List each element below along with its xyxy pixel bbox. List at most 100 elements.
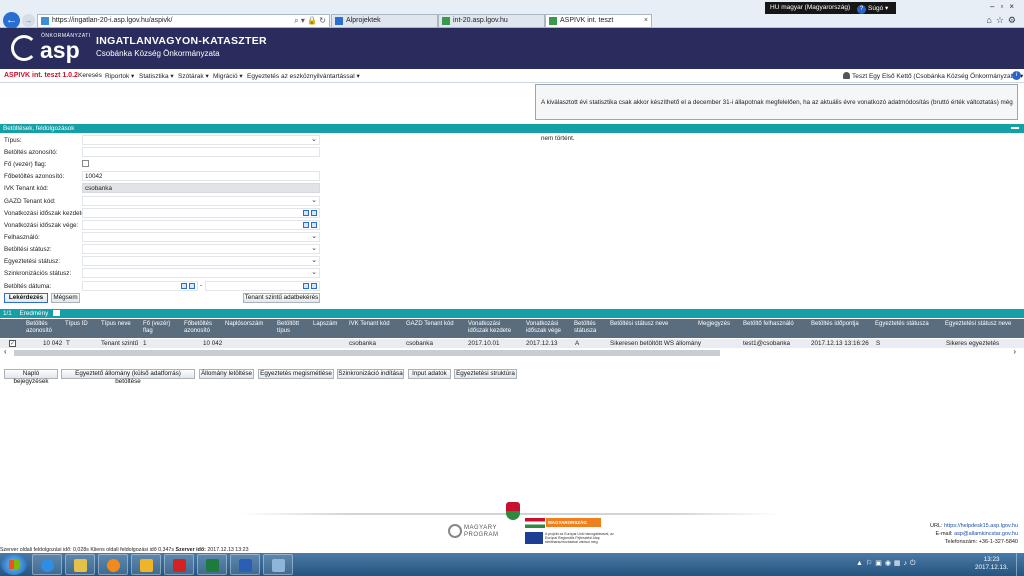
column-header[interactable]: Betöltés státusza xyxy=(574,321,602,335)
info-icon[interactable]: i xyxy=(1012,71,1021,80)
column-header[interactable]: Betöltés azonosító xyxy=(26,321,56,335)
scrollbar-thumb[interactable] xyxy=(14,350,720,356)
menu-egyeztetes[interactable]: Egyeztetés az eszköznyilvántartással ▾ xyxy=(247,72,360,80)
export-icon[interactable] xyxy=(52,310,60,316)
helpdesk-link[interactable]: https://helpdesk15.asp.lgov.hu xyxy=(944,523,1018,529)
scroll-left-icon[interactable]: ‹ xyxy=(4,347,7,356)
calendar-icon[interactable] xyxy=(189,283,195,289)
taskbar-media[interactable] xyxy=(98,554,128,575)
column-header[interactable]: Egyeztetési státusz neve xyxy=(945,321,1021,328)
tenant-request-button[interactable]: Tenant szintű adatbekérés xyxy=(243,293,320,303)
user-menu[interactable]: Teszt Egy Első Kettő (Csobánka Község Ön… xyxy=(843,72,1023,80)
menu-kereses[interactable]: Keresés xyxy=(78,72,102,79)
reconcile-structure-button[interactable]: Egyeztetési struktúra xyxy=(454,369,517,379)
gazd-tenant-select[interactable]: ⌄ xyxy=(82,196,320,206)
browser-tab-alprojektek[interactable]: Alprojektek xyxy=(331,14,438,28)
results-section-header: 1/1 Eredmény xyxy=(0,309,1024,318)
cancel-button[interactable]: Mégsem xyxy=(51,293,80,303)
taskbar-pdf[interactable] xyxy=(164,554,194,575)
input-data-button[interactable]: Input adatok xyxy=(408,369,451,379)
calendar-clear-icon[interactable] xyxy=(303,222,309,228)
taskbar-clock[interactable]: 13:23 2017.12.13. xyxy=(975,556,1008,572)
taskbar-remote[interactable] xyxy=(263,554,293,575)
row-tipus: Típus: ⌄ xyxy=(0,135,322,147)
browser-tab-aspivk[interactable]: ASPIVK int. teszt × xyxy=(545,14,652,28)
column-header[interactable]: Betöltött típus xyxy=(277,321,307,335)
calendar-icon[interactable] xyxy=(311,210,317,216)
forward-arrow-icon[interactable]: → xyxy=(22,14,35,27)
felhasznalo-select[interactable]: ⌄ xyxy=(82,232,320,242)
search-lock-refresh-icon[interactable]: ⌕ ▾ 🔒 ↻ xyxy=(294,15,326,27)
asp-logo[interactable]: ÖNKORMÁNYZATI asp xyxy=(11,33,91,65)
help-link[interactable]: ? Súgó ▾ xyxy=(857,3,888,15)
betoltes-datuma-from[interactable] xyxy=(82,281,198,291)
upload-reconcile-file-button[interactable]: Egyeztető állomány (külső adatforrás) be… xyxy=(61,369,195,385)
column-header[interactable]: Egyeztetés státusza xyxy=(875,321,941,328)
email-link[interactable]: asp@allamkincstar.gov.hu xyxy=(954,531,1018,537)
column-header[interactable]: Betöltési státusz neve xyxy=(610,321,698,328)
szinkronizacios-statusz-select[interactable]: ⌄ xyxy=(82,268,320,278)
column-header[interactable]: Főbetöltés azonosító xyxy=(184,321,218,335)
menu-statisztika[interactable]: Statisztika ▾ xyxy=(139,72,174,80)
column-header[interactable]: Típus ID xyxy=(65,321,91,328)
phone-number: Telefonszám: +36-1-327-5840 xyxy=(944,539,1018,545)
fobetoltes-azonosito-input[interactable]: 10042 xyxy=(82,171,320,181)
column-header[interactable]: Megjegyzés xyxy=(698,321,738,328)
taskbar-excel[interactable] xyxy=(197,554,227,575)
start-sync-button[interactable]: Szinkronizáció indítása xyxy=(337,369,404,379)
betoltes-datuma-to[interactable] xyxy=(205,281,320,291)
column-header[interactable]: Vonatkozási időszak kezdete xyxy=(468,321,520,335)
taskbar-word[interactable] xyxy=(230,554,260,575)
home-star-gear-icon[interactable]: ⌂☆⚙ xyxy=(986,15,1020,26)
clock-time: 13:23 xyxy=(983,556,1000,563)
taskbar-outlook[interactable] xyxy=(131,554,161,575)
scroll-right-icon[interactable]: › xyxy=(1013,347,1016,356)
address-bar[interactable]: https://ingatlan-20-i.asp.lgov.hu/aspivk… xyxy=(37,14,330,28)
log-entries-button[interactable]: Napló bejegyzések xyxy=(4,369,58,385)
collapse-icon[interactable] xyxy=(1011,127,1019,129)
table-row[interactable]: ✓ 10 042 T Tenant szintű 1 10 042 csoban… xyxy=(0,339,1024,348)
vonatkozasi-vege-date[interactable] xyxy=(82,220,320,230)
calendar-icon[interactable] xyxy=(311,222,317,228)
menu-migracio[interactable]: Migráció ▾ xyxy=(213,72,243,80)
download-file-button[interactable]: Állomány letöltése xyxy=(199,369,254,379)
column-header[interactable]: Vonatkozási időszak vége xyxy=(526,321,570,335)
calendar-icon[interactable] xyxy=(311,283,317,289)
column-header[interactable]: IVK Tenant kód xyxy=(349,321,401,328)
menu-szotarak[interactable]: Szótárak ▾ xyxy=(178,72,209,80)
calendar-clear-icon[interactable] xyxy=(303,283,309,289)
column-header[interactable]: Típus neve xyxy=(101,321,137,328)
show-desktop-button[interactable] xyxy=(1016,553,1024,576)
vonatkozasi-kezdete-date[interactable] xyxy=(82,208,320,218)
browser-tab-int20[interactable]: int-20.asp.lgov.hu xyxy=(438,14,545,28)
taskbar-explorer[interactable] xyxy=(65,554,95,575)
column-header[interactable]: Naplósorszám xyxy=(225,321,271,328)
calendar-clear-icon[interactable] xyxy=(181,283,187,289)
column-header[interactable]: Fő (vezér) flag xyxy=(143,321,177,335)
row-checkbox[interactable]: ✓ xyxy=(9,340,16,347)
betoltesi-statusz-select[interactable]: ⌄ xyxy=(82,244,320,254)
calendar-clear-icon[interactable] xyxy=(303,210,309,216)
windows-logo-icon xyxy=(9,560,19,569)
column-header[interactable]: GAZD Tenant kód xyxy=(406,321,462,328)
query-button[interactable]: Lekérdezés xyxy=(4,293,48,303)
language-selector[interactable]: HU magyar (Magyarország) ? Súgó ▾ xyxy=(765,2,896,14)
betoltes-azonosito-input[interactable] xyxy=(82,147,320,157)
fo-flag-checkbox[interactable] xyxy=(82,160,89,167)
tipus-select[interactable]: ⌄ xyxy=(82,135,320,145)
horizontal-scrollbar[interactable]: ‹ › xyxy=(4,347,1020,357)
window-controls-icon[interactable]: –▫× xyxy=(990,2,1020,11)
taskbar-ie[interactable] xyxy=(32,554,62,575)
egyeztetesi-statusz-select[interactable]: ⌄ xyxy=(82,256,320,266)
chevron-down-icon: ⌄ xyxy=(311,269,317,276)
back-arrow-icon[interactable]: ← xyxy=(3,12,20,29)
menu-riportok[interactable]: Riportok ▾ xyxy=(105,72,134,80)
column-header[interactable]: Lapszám xyxy=(313,321,343,328)
tab-close-icon[interactable]: × xyxy=(644,15,648,27)
column-header[interactable]: Betöltés időpontja xyxy=(811,321,871,328)
windows-taskbar: ▲⚐▣◉▦♪⏻ 13:23 2017.12.13. xyxy=(0,553,1024,576)
system-tray-icons[interactable]: ▲⚐▣◉▦♪⏻ xyxy=(856,559,919,568)
column-header[interactable]: Betöltő felhasználó xyxy=(743,321,807,328)
start-button[interactable] xyxy=(1,554,27,575)
repeat-reconcile-button[interactable]: Egyeztetés megismétlése xyxy=(258,369,334,379)
